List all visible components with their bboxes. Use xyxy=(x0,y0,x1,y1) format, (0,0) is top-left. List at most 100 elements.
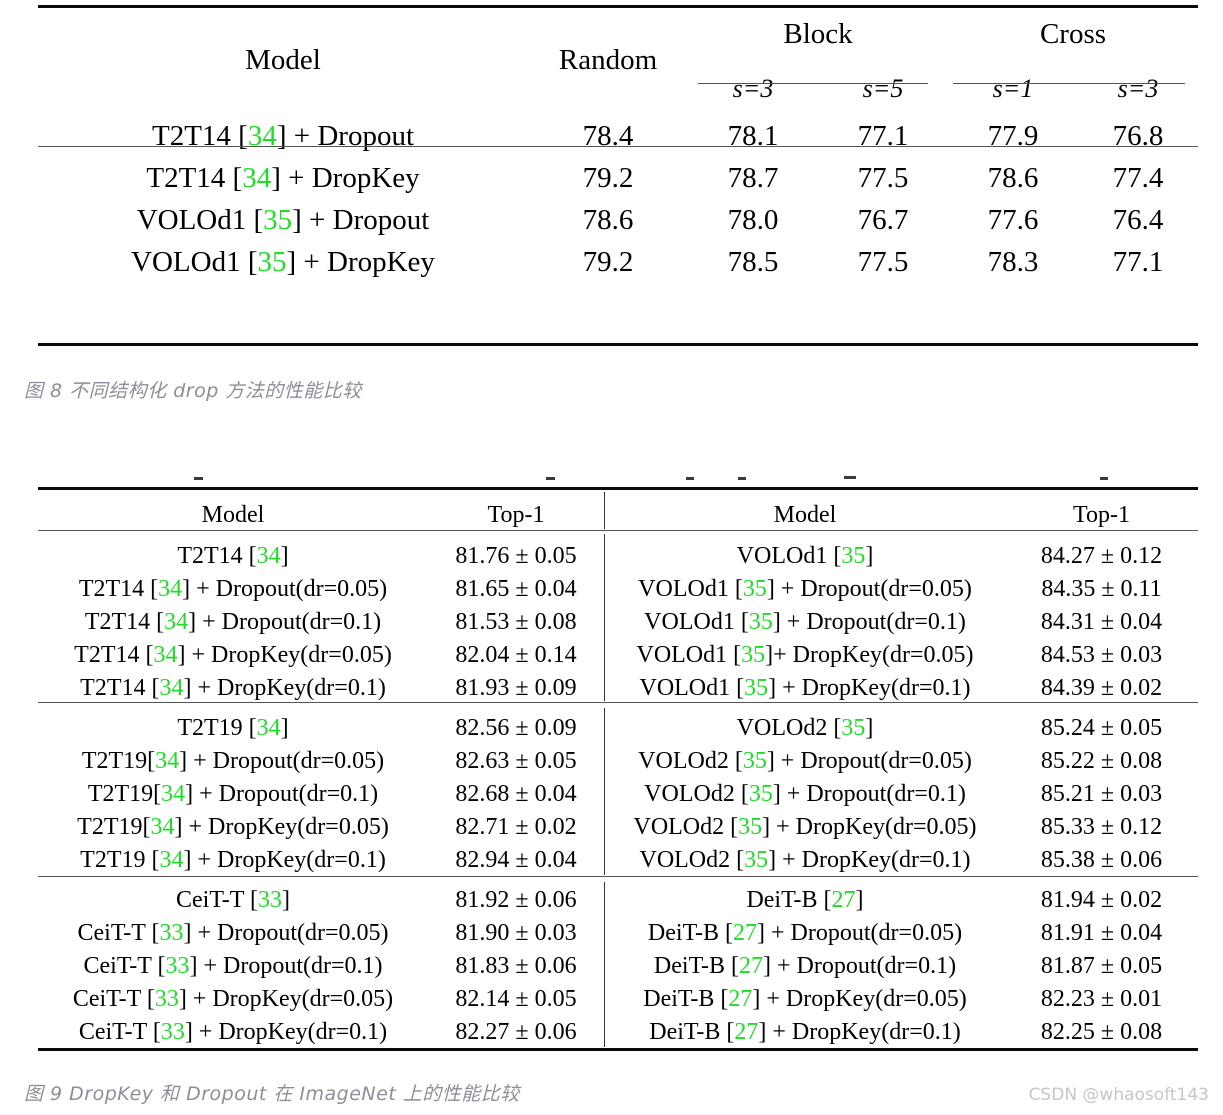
table2-b0-r0-top1-right: 84.27 ± 0.12 xyxy=(1040,543,1163,569)
table2-b0-r1-model-right-label-citation[interactable]: 35 xyxy=(743,576,767,602)
table2-b2-r1-model-right-label-citation[interactable]: 27 xyxy=(733,920,757,946)
table2-b0-r0-model-right-label-citation[interactable]: 35 xyxy=(841,543,865,569)
csdn-watermark: CSDN @whaosoft143 xyxy=(1028,1085,1209,1105)
table2-b1-r1-model-right-label: VOLOd2 [35] + Dropout(dr=0.05) xyxy=(638,748,972,774)
table2-b1-r1-model-left-label-citation[interactable]: 34 xyxy=(155,748,179,774)
table2-b1-r2-model-right-label-citation[interactable]: 35 xyxy=(749,781,773,807)
table2-b0-r3-model-right-label-citation[interactable]: 35 xyxy=(741,642,765,668)
table2-b2-r0-top1-right: 81.94 ± 0.02 xyxy=(1040,887,1163,913)
table2-b1-r4-model-right-label-citation[interactable]: 35 xyxy=(744,847,768,873)
table2-b1-r4-model-left-label-name: T2T19 [ xyxy=(80,847,160,873)
table2-b0-r3-model-left-label-citation[interactable]: 34 xyxy=(153,642,177,668)
table2-b2-r0-model-right-label-citation[interactable]: 27 xyxy=(832,887,856,913)
table2-b2-r1-top1-left: 81.90 ± 0.03 xyxy=(455,920,577,946)
table2-b2-r4-top1-left: 82.27 ± 0.06 xyxy=(455,1019,577,1045)
table-row: CeiT-T [33] + Dropout(dr=0.1) 81.83 ± 0.0… xyxy=(38,950,1198,983)
table1-row2-cross-s1: 77.6 xyxy=(987,204,1039,236)
table2-b0-r0-model-left: T2T14 [34] xyxy=(38,540,428,573)
table2-b1-r3-model-right-label-name: VOLOd2 [ xyxy=(633,814,739,840)
table2-b0-r0-model-left-label-variant: ] xyxy=(280,543,289,569)
table2-b2-r3-model-left-label-citation[interactable]: 33 xyxy=(155,986,179,1012)
table2-b2-r0-top1-left: 81.92 ± 0.06 xyxy=(455,887,577,913)
table2-block-gap xyxy=(38,705,1198,712)
table1-bottom-rule xyxy=(38,343,1198,346)
table1-header: Model Random Block Cross s=3 s=5 s=1 s=3 xyxy=(38,5,1198,115)
table2-b2-r2-model-left-label-citation[interactable]: 33 xyxy=(165,953,189,979)
table2-b0-r2-model-right-label-citation[interactable]: 35 xyxy=(749,609,773,635)
table2-b2-r3-model-left-label-name: CeiT-T [ xyxy=(72,986,155,1012)
table-imagenet-dropkey-vs-dropout: Model Top-1 Model Top-1 T2T14 [34] 81.76 … xyxy=(38,470,1198,1051)
table1-cross-group-underline xyxy=(953,83,1185,84)
table1-row3-model-label: VOLOd1 [35] + DropKey xyxy=(131,246,435,278)
table2-b2-r4-model-right-label: DeiT-B [27] + DropKey(dr=0.1) xyxy=(649,1019,960,1045)
table2-b0-r3-model-right-label-variant: ]+ DropKey(dr=0.05) xyxy=(765,642,974,668)
table1-row2-model-label: VOLOd1 [35] + Dropout xyxy=(137,204,430,236)
table2-b1-r0-model-right-label-citation[interactable]: 35 xyxy=(841,715,865,741)
table2-b2-r2-model-left-label-variant: ] + Dropout(dr=0.1) xyxy=(189,953,383,979)
table2-b1-r2-model-left-label-citation[interactable]: 34 xyxy=(161,781,185,807)
figure9-caption: 图 9 DropKey 和 Dropout 在 ImageNet 上的性能比较 xyxy=(24,1083,520,1105)
table2-b1-r4-model-left: T2T19 [34] + DropKey(dr=0.1) xyxy=(38,844,428,877)
table2-b1-r0-model-left: T2T19 [34] xyxy=(38,712,428,745)
table1-row2-block-s3: 78.0 xyxy=(727,204,779,236)
table-row: VOLOd1 [35] + DropKey 79.2 78.5 77.5 78.3 77.… xyxy=(38,241,1198,283)
table1-row2-model-label-citation[interactable]: 35 xyxy=(263,204,292,236)
table2-b2-r1-model-left-label-citation[interactable]: 33 xyxy=(159,920,183,946)
table2-b1-r3-model-left-label-citation[interactable]: 34 xyxy=(150,814,174,840)
table2-b1-r3-model-right: VOLOd2 [35] + DropKey(dr=0.05) xyxy=(605,811,1005,844)
table2-b0-r1-model-left-label-citation[interactable]: 34 xyxy=(158,576,182,602)
table2-b2-r1-model-left-label-name: CeiT-T [ xyxy=(77,920,160,946)
clip-artifact-1 xyxy=(194,477,203,480)
table2-b0-r1-model-right: VOLOd1 [35] + Dropout(dr=0.05) xyxy=(605,573,1005,606)
table1-block-group-underline xyxy=(698,83,928,84)
table1-row0-cross-s1: 77.9 xyxy=(987,120,1039,152)
table2-b2-r4-model-right-label-citation[interactable]: 27 xyxy=(734,1019,758,1045)
table2-b2-r3-model-right-label-name: DeiT-B [ xyxy=(643,986,729,1012)
table2-b2-r3-top1-left: 82.14 ± 0.05 xyxy=(455,986,577,1012)
table2-b1-r0-model-right: VOLOd2 [35] xyxy=(605,712,1005,745)
table2-b0-r0-model-left-label: T2T14 [34] xyxy=(177,543,288,569)
table1-row1-model-label-citation[interactable]: 34 xyxy=(242,162,271,194)
table2-b0-r2-model-left-label-citation[interactable]: 34 xyxy=(164,609,188,635)
table2-b2-r1-model-left-label-variant: ] + Dropout(dr=0.05) xyxy=(183,920,389,946)
table2-b2-r2-model-left: CeiT-T [33] + Dropout(dr=0.1) xyxy=(38,950,428,983)
table2-b1-r0-model-left-label: T2T19 [34] xyxy=(177,715,288,741)
table2-b2-r0-model-left-label-citation[interactable]: 33 xyxy=(258,887,282,913)
table2-b1-r4-model-right-label-variant: ] + DropKey(dr=0.1) xyxy=(768,847,971,873)
table2-b2-r0-model-right: DeiT-B [27] xyxy=(605,884,1005,917)
table2-b0-r3-top1-right: 84.53 ± 0.03 xyxy=(1040,642,1163,668)
table2-b0-r4-model-left-label-citation[interactable]: 34 xyxy=(159,675,183,701)
table2-b1-r3-model-right-label-citation[interactable]: 35 xyxy=(738,814,762,840)
table2-b1-r3-model-right-label: VOLOd2 [35] + DropKey(dr=0.05) xyxy=(633,814,976,840)
table2-b2-r2-model-right-label-name: DeiT-B [ xyxy=(653,953,740,979)
table2-b2-r0-model-left: CeiT-T [33] xyxy=(38,884,428,917)
table2-b1-r0-model-right-label: VOLOd2 [35] xyxy=(737,715,874,741)
table2-b2-r3-model-right-label-citation[interactable]: 27 xyxy=(728,986,752,1012)
table2-block-gap-cell xyxy=(38,877,1198,884)
table2-b0-r0-model-left-label-name: T2T14 [ xyxy=(177,543,257,569)
table2-b2-r4-model-left-label: CeiT-T [33] + DropKey(dr=0.1) xyxy=(79,1019,387,1045)
table2-b1-r2-model-right-label-name: VOLOd2 [ xyxy=(644,781,749,807)
table2-b2-r1-model-right-label: DeiT-B [27] + Dropout(dr=0.05) xyxy=(648,920,962,946)
table2-b0-r2-top1-left: 81.53 ± 0.08 xyxy=(455,609,577,635)
table-row: T2T14 [34] + Dropout(dr=0.05) 81.65 ± 0.0… xyxy=(38,573,1198,606)
table2-b2-r2-model-right-label-citation[interactable]: 27 xyxy=(739,953,763,979)
table2-b1-r1-model-right-label-citation[interactable]: 35 xyxy=(743,748,767,774)
table2-b2-r4-model-left-label-citation[interactable]: 33 xyxy=(161,1019,185,1045)
table2-b0-r1-model-right-label-variant: ] + Dropout(dr=0.05) xyxy=(766,576,972,602)
table2-b2-r1-model-right-label-name: DeiT-B [ xyxy=(647,920,734,946)
table2-b1-r4-model-right-label-name: VOLOd2 [ xyxy=(639,847,745,873)
table1-row3-model: VOLOd1 [35] + DropKey xyxy=(38,241,528,283)
table2-b1-r4-model-left-label-citation[interactable]: 34 xyxy=(159,847,183,873)
table1-row1-model-label-variant: ] + DropKey xyxy=(271,162,420,194)
table1-row3-model-label-citation[interactable]: 35 xyxy=(258,246,287,278)
table2-b0-r2-top1-right: 84.31 ± 0.04 xyxy=(1040,609,1163,635)
table2-b0-r4-model-right-label-citation[interactable]: 35 xyxy=(744,675,768,701)
table2-b0-r0-model-left-label-citation[interactable]: 34 xyxy=(257,543,281,569)
table1-row0-model-label-citation[interactable]: 34 xyxy=(248,120,277,152)
table2-b2-r3-top1-right: 82.23 ± 0.01 xyxy=(1040,986,1163,1012)
table2-b0-r1-top1-left: 81.65 ± 0.04 xyxy=(455,576,577,602)
table2-divider-block3 xyxy=(604,882,605,1047)
table2-b1-r0-model-left-label-citation[interactable]: 34 xyxy=(257,715,281,741)
table1-row2-block-s5: 76.7 xyxy=(857,204,909,236)
